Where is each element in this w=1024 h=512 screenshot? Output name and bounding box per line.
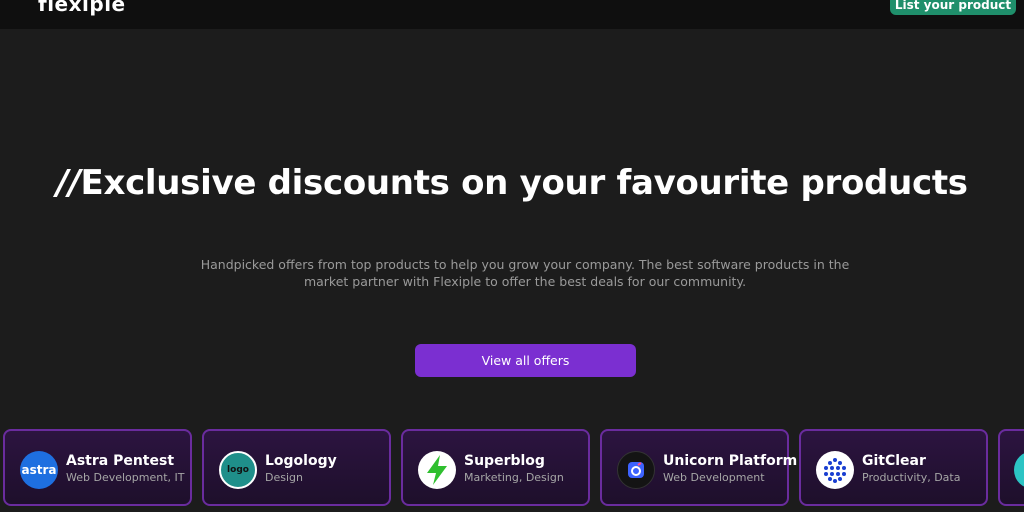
offer-card-superblog[interactable]: Superblog Marketing, Design xyxy=(401,429,590,506)
list-product-button[interactable]: List your product xyxy=(890,0,1016,15)
lightning-bolt-icon xyxy=(418,451,456,489)
card-name: Logology xyxy=(265,453,337,469)
offer-card-partial[interactable] xyxy=(998,429,1024,506)
offer-card-unicorn-platform[interactable]: Unicorn Platform Web Development xyxy=(600,429,797,506)
dots-grid-icon xyxy=(816,451,854,489)
offer-card-astra-pentest[interactable]: astra Astra Pentest Web Development, IT xyxy=(3,429,192,506)
page-title: //Exclusive discounts on your favourite … xyxy=(0,160,1024,206)
offer-card-logology[interactable]: logo Logology Design xyxy=(202,429,391,506)
logology-logo-icon: logo xyxy=(219,451,257,489)
card-category: Design xyxy=(265,471,303,484)
offer-cards: astra Astra Pentest Web Development, IT … xyxy=(3,429,1024,507)
card-category: Web Development, IT xyxy=(66,471,185,484)
partial-logo-icon xyxy=(1014,451,1024,489)
card-name: GitClear xyxy=(862,453,926,469)
offer-card-gitclear[interactable]: GitClear Productivity, Data xyxy=(799,429,988,506)
title-text: Exclusive discounts on your favourite pr… xyxy=(80,163,969,203)
unicorn-platform-logo-icon xyxy=(617,451,655,489)
card-name: Superblog xyxy=(464,453,545,469)
card-category: Marketing, Design xyxy=(464,471,564,484)
card-category: Web Development xyxy=(663,471,765,484)
card-name: Unicorn Platform xyxy=(663,453,798,469)
card-name: Astra Pentest xyxy=(66,453,175,469)
hero-subtitle: Handpicked offers from top products to h… xyxy=(200,257,850,289)
astra-logo-icon: astra xyxy=(20,451,58,489)
top-nav-bar: flexiple List your product xyxy=(0,0,1024,29)
flexiple-logo[interactable]: flexiple xyxy=(38,0,126,16)
card-category: Productivity, Data xyxy=(862,471,961,484)
title-slashes: // xyxy=(56,163,81,203)
view-all-offers-button[interactable]: View all offers xyxy=(415,344,636,377)
